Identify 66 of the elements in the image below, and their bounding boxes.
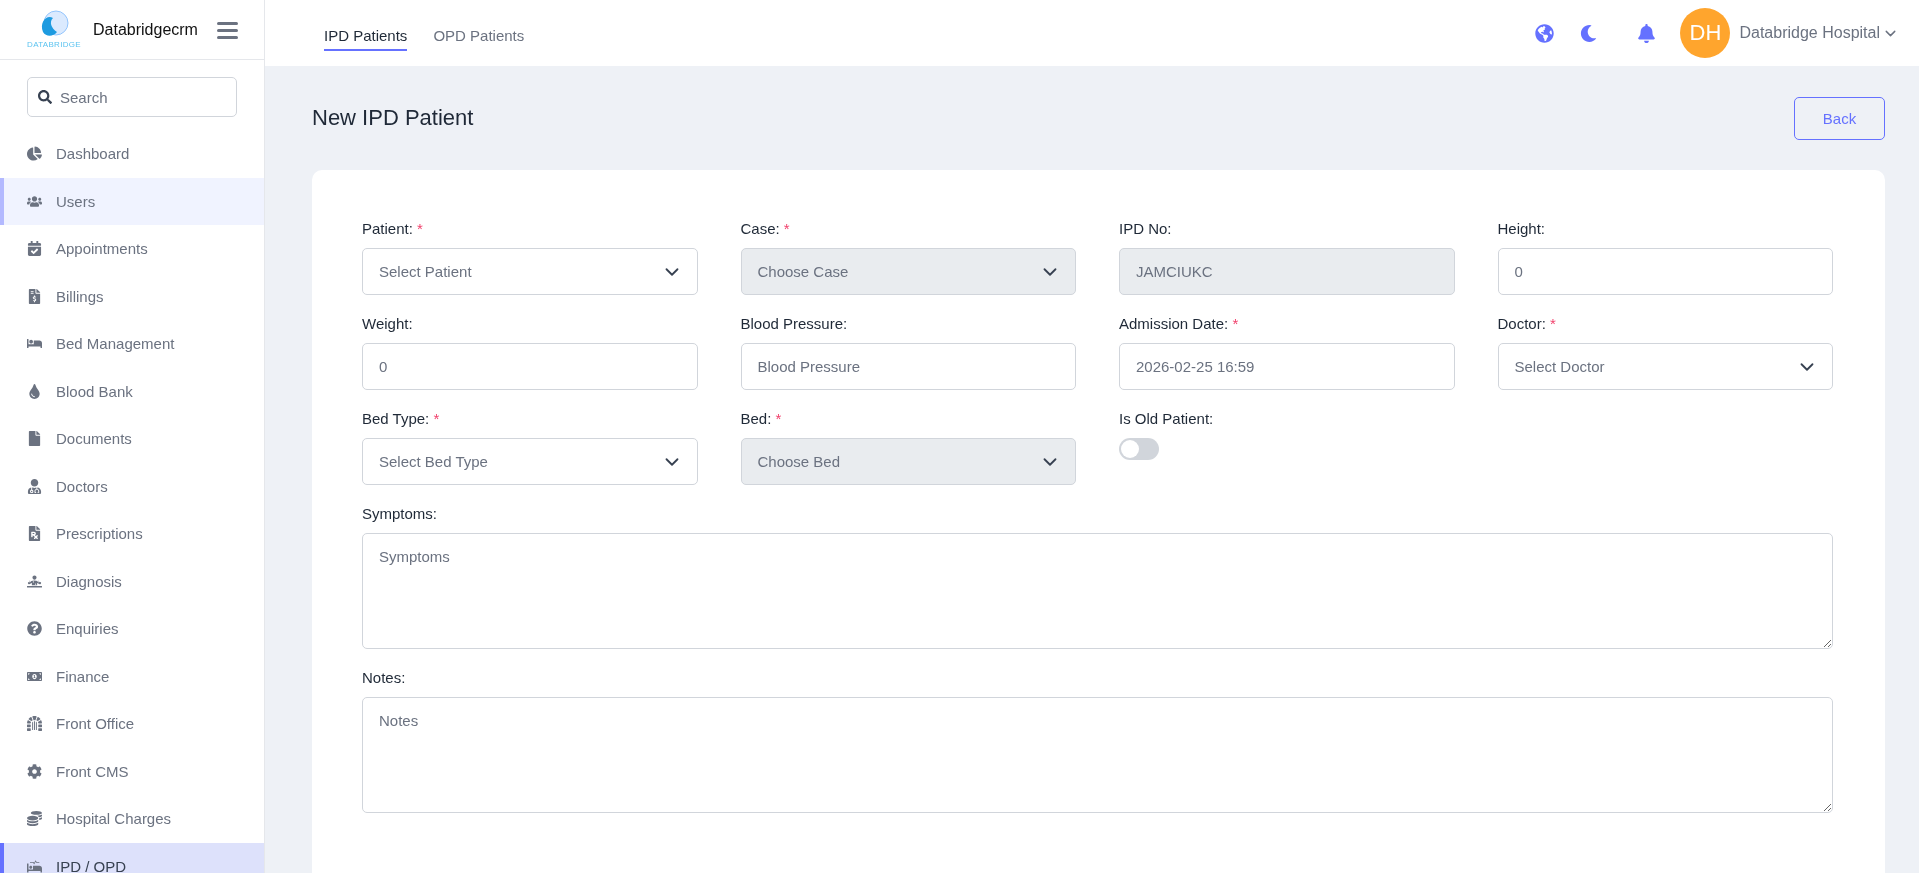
text-area[interactable]: Symptoms [362,533,1833,649]
search-icon [38,90,52,104]
select-field[interactable]: Select Doctor [1497,343,1833,390]
sidebar-item[interactable]: Prescriptions [0,510,264,558]
doctor-icon [27,478,42,494]
notification-icon[interactable] [1637,23,1657,43]
sidebar-item[interactable]: Diagnosis [0,557,264,605]
sidebar-item[interactable]: Documents [0,415,264,463]
field-label: Is Old Patient: [1119,410,1215,428]
sidebar-item[interactable]: Blood Bank [0,367,264,415]
prescription-icon [27,526,42,542]
calendar-icon [27,241,42,257]
field-label: Height: [1497,220,1547,238]
field-label: Notes: [362,669,407,687]
sidebar-item[interactable]: Front Office [0,700,264,748]
field-label: Case: * [740,220,791,238]
question-icon [27,621,42,637]
sidebar-item[interactable]: Doctors [0,462,264,510]
input-field[interactable]: 0 [362,343,698,390]
field-label: Patient: * [362,220,424,238]
field-label: IPD No: [1119,220,1173,238]
select-field[interactable]: Select Patient [362,248,698,295]
field-label: Admission Date: * [1119,315,1240,333]
select-field[interactable]: Select Bed Type [362,438,698,485]
sidebar-item[interactable]: Dashboard [0,130,264,178]
search-field[interactable]: Search [27,77,237,117]
nav-tab[interactable]: IPD Patients [324,21,408,51]
back-button[interactable]: Back [1794,96,1885,140]
input-field[interactable]: 2026-02-25 16:59 [1119,343,1455,390]
field-label: Bed: * [740,410,783,428]
sidebar-item[interactable]: Appointments [0,225,264,273]
gear-icon [27,763,42,779]
document-icon [27,431,42,447]
text-area[interactable]: Notes [362,697,1833,813]
page-title: New IPD Patient [312,105,474,131]
sidebar-item[interactable]: IPD / OPD [0,842,264,873]
sidebar-item[interactable]: Billings [0,272,264,320]
brand-name: Databridgecrm [93,20,199,39]
input-field[interactable]: Blood Pressure [740,343,1076,390]
menu-button[interactable] [217,20,238,39]
sidebar-item[interactable]: Bed Management [0,320,264,368]
coins-icon [27,811,42,827]
field-label: Weight: [362,315,414,333]
logo-text: DATABRIDGE [27,40,81,49]
globe-icon[interactable] [1535,23,1555,43]
pie-chart-icon [27,146,42,162]
sidebar-item[interactable]: Enquiries [0,605,264,653]
field-label: Symptoms: [362,505,438,523]
moon-icon[interactable] [1580,24,1598,42]
field-label: Blood Pressure: [740,315,849,333]
toggle-switch[interactable] [1119,438,1159,460]
field-label: Doctor: * [1497,315,1557,333]
sidebar-item[interactable]: Finance [0,652,264,700]
users-icon [27,193,42,209]
invoice-icon [27,288,42,304]
input-field[interactable]: 0 [1497,248,1833,295]
drop-icon [27,383,42,399]
nav-tab[interactable]: OPD Patients [433,21,525,51]
user-menu[interactable]: Databridge Hospital [1739,24,1899,42]
sidebar-item[interactable]: Users [0,177,264,225]
sidebar-item[interactable]: Hospital Charges [0,795,264,843]
archway-icon [27,716,42,732]
person-icon [27,573,42,589]
bed-icon [27,858,42,873]
field-label: Bed Type: * [362,410,441,428]
sidebar-item[interactable]: Front CMS [0,747,264,795]
